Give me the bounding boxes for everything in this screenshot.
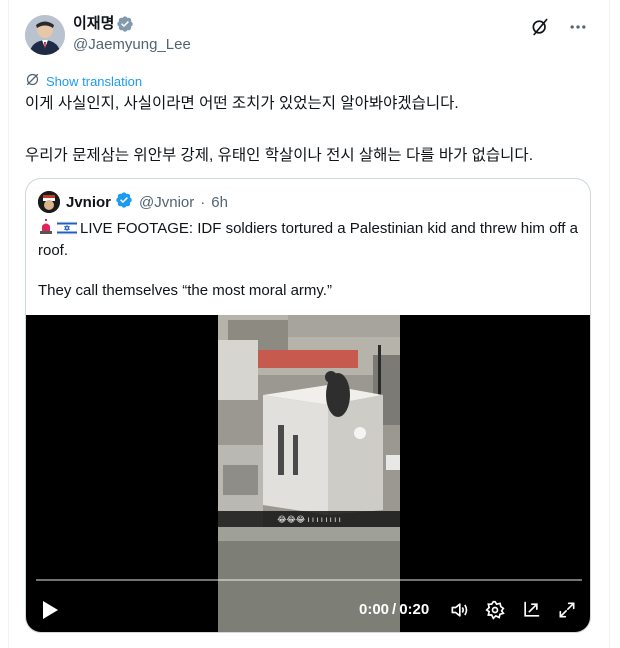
verified-badge-blue-icon (115, 191, 133, 213)
show-translation-link[interactable]: Show translation (25, 72, 142, 90)
quoted-dot: · (200, 193, 206, 211)
post-header: 이재명 @Jaemyung_Lee (25, 12, 593, 56)
grok-icon[interactable] (527, 14, 553, 40)
play-icon[interactable] (40, 598, 60, 622)
settings-icon[interactable] (484, 599, 506, 621)
quoted-text-line-1-row: LIVE FOOTAGE: IDF soldiers tortured a Pa… (38, 219, 578, 261)
video-time: 0:00/0:20 (359, 601, 429, 618)
author-display-name[interactable]: 이재명 (73, 14, 114, 34)
post-body-line-1: 이게 사실인지, 사실이라면 어떤 조치가 있었는지 알아봐야겠습니다. (25, 95, 459, 112)
more-horizontal-icon[interactable] (565, 14, 591, 40)
show-translation-label[interactable]: Show translation (46, 74, 142, 89)
israel-flag-icon (56, 220, 78, 241)
video-current-time: 0:00 (359, 601, 390, 618)
fullscreen-icon[interactable] (556, 599, 578, 621)
quoted-handle[interactable]: @Jvnior (139, 194, 194, 211)
siren-icon (38, 219, 54, 241)
post-body: 이게 사실인지, 사실이라면 어떤 조치가 있었는지 알아봐야겠습니다. 우리가… (25, 93, 593, 167)
quoted-text: LIVE FOOTAGE: IDF soldiers tortured a Pa… (38, 219, 578, 301)
quoted-display-name[interactable]: Jvnior (66, 194, 111, 211)
video-frame: 😂😂😂 ı ı ı ı ı ı ı ı (218, 315, 400, 632)
quoted-time[interactable]: 6h (211, 194, 228, 211)
quoted-post[interactable]: Jvnior @Jvnior · 6h LIVE FOOTAGE: IDF so… (25, 178, 591, 633)
video-player[interactable]: 😂😂😂 ı ı ı ı ı ı ı ı 0:00/0:20 (26, 315, 590, 632)
popout-icon[interactable] (520, 599, 542, 621)
author-display-name-row[interactable]: 이재명 (73, 14, 134, 34)
volume-icon[interactable] (448, 599, 470, 621)
quoted-text-line-2: They call themselves “the most moral arm… (38, 282, 332, 299)
video-progress-bar[interactable] (36, 579, 582, 581)
author-avatar[interactable] (25, 15, 65, 55)
quoted-author-avatar[interactable] (38, 191, 60, 213)
verified-badge-icon (116, 15, 134, 33)
video-caption: 😂😂😂 ı ı ı ı ı ı ı ı (218, 511, 400, 527)
video-controls: 0:00/0:20 (26, 595, 590, 625)
post-card: 이재명 @Jaemyung_Lee Show translation 이게 사실… (8, 0, 610, 648)
quoted-text-line-1: LIVE FOOTAGE: IDF soldiers tortured a Pa… (38, 220, 578, 259)
quoted-post-header: Jvnior @Jvnior · 6h (38, 191, 228, 213)
post-body-line-2: 우리가 문제삼는 위안부 강제, 유태인 학살이나 전시 살해는 다를 바가 없… (25, 147, 533, 164)
author-names: 이재명 @Jaemyung_Lee (73, 14, 191, 55)
author-handle[interactable]: @Jaemyung_Lee (73, 35, 191, 55)
video-duration: 0:20 (399, 601, 430, 618)
video-time-separator: / (392, 601, 397, 618)
translate-globe-icon (25, 72, 40, 90)
